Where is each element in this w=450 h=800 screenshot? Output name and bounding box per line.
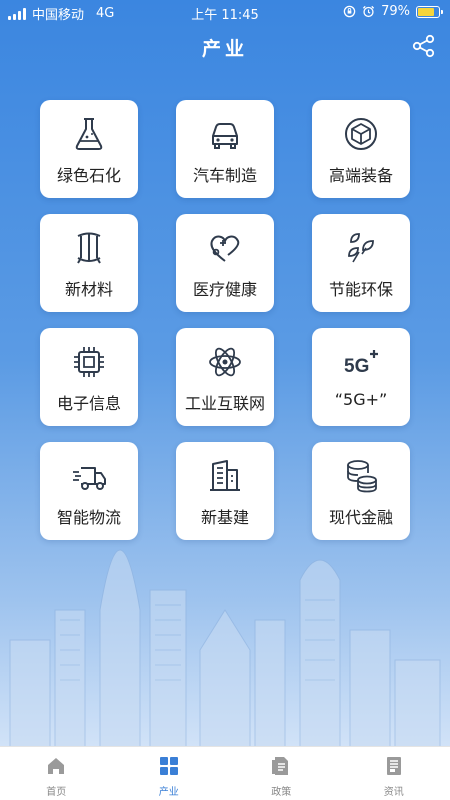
industry-tile-5g-plus[interactable]: 5G “5G+” (312, 328, 410, 426)
tab-label: 政策 (271, 787, 292, 798)
industry-tile-smart-logistics[interactable]: 智能物流 (40, 442, 138, 540)
car-icon (212, 123, 238, 149)
document-icon (272, 757, 289, 775)
tab-label: 资讯 (383, 787, 404, 798)
industry-label: 高端装备 (328, 166, 393, 185)
material-icon (77, 232, 101, 264)
page-title: 产业 (201, 38, 248, 60)
industry-label: 医疗健康 (192, 280, 257, 299)
city-skyline-illustration (9, 549, 441, 750)
industry-label: 汽车制造 (192, 166, 257, 185)
tab-policy[interactable]: 政策 (225, 747, 338, 800)
industry-label: “5G+” (334, 390, 388, 409)
industry-grid: 绿色石化 汽车制造 高端装备 新材料 医疗健康 节能环保 电子信息 工业互联网 … (40, 100, 410, 540)
header: 产业 (0, 24, 450, 70)
health-icon (210, 235, 240, 262)
tab-news[interactable]: 资讯 (338, 747, 450, 800)
industry-tile-healthcare[interactable]: 医疗健康 (176, 214, 274, 312)
industry-label: 现代金融 (328, 508, 393, 527)
industry-tile-high-end-equipment[interactable]: 高端装备 (312, 100, 410, 198)
industry-tile-automotive[interactable]: 汽车制造 (176, 100, 274, 198)
industry-label: 智能物流 (56, 508, 121, 527)
industry-tile-industrial-internet[interactable]: 工业互联网 (176, 328, 274, 426)
status-bar: 中国移动 4G 上午 11:45 79% (0, 0, 450, 24)
tab-label: 产业 (158, 787, 179, 798)
flask-icon (75, 118, 103, 150)
truck-icon (73, 467, 106, 490)
industry-label: 新材料 (64, 280, 113, 299)
5g-icon: 5G (344, 350, 378, 377)
orientation-lock-icon (343, 5, 356, 18)
industry-tile-electronic-info[interactable]: 电子信息 (40, 328, 138, 426)
industry-label: 新基建 (200, 508, 249, 527)
bottom-tab-bar: 首页 产业 政策 资讯 (0, 746, 450, 800)
cube-icon (345, 118, 377, 150)
coins-icon (341, 460, 377, 493)
industry-tile-green-petrochemical[interactable]: 绿色石化 (40, 100, 138, 198)
battery-percent: 79% (381, 4, 410, 19)
industry-tile-new-infrastructure[interactable]: 新基建 (176, 442, 274, 540)
industry-tile-modern-finance[interactable]: 现代金融 (312, 442, 410, 540)
share-icon[interactable] (410, 32, 438, 60)
leaf-icon (348, 233, 374, 263)
svg-text:5G: 5G (344, 356, 369, 377)
screen: 中国移动 4G 上午 11:45 79% 产业 绿色石化 汽车制造 高端装备 新… (0, 0, 450, 800)
grid-icon (159, 757, 178, 775)
tab-industry[interactable]: 产业 (113, 747, 226, 800)
battery-icon (416, 5, 443, 18)
industry-label: 绿色石化 (56, 166, 121, 185)
building-icon (210, 460, 240, 491)
industry-tile-energy-saving[interactable]: 节能环保 (312, 214, 410, 312)
chip-icon (74, 347, 104, 377)
news-icon (386, 757, 401, 775)
alarm-icon (363, 5, 375, 18)
atom-icon (209, 347, 241, 377)
tab-label: 首页 (46, 787, 67, 798)
industry-label: 电子信息 (56, 394, 121, 413)
industry-label: 工业互联网 (184, 394, 265, 413)
tab-home[interactable]: 首页 (0, 747, 113, 800)
home-icon (48, 758, 65, 774)
industry-tile-new-materials[interactable]: 新材料 (40, 214, 138, 312)
industry-label: 节能环保 (328, 280, 393, 299)
